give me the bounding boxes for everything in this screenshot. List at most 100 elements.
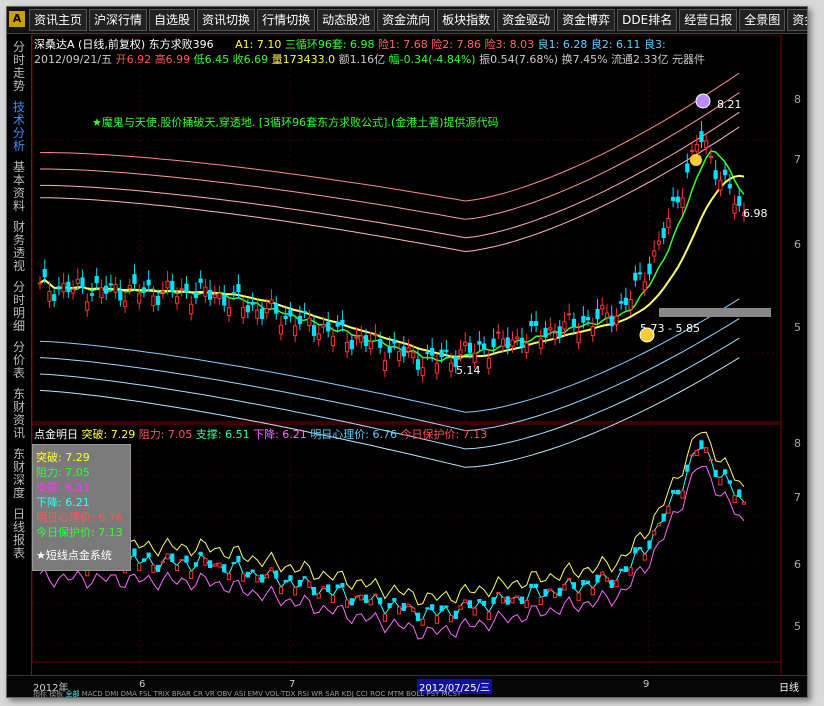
candle-body — [723, 169, 728, 176]
top-tab-9[interactable]: 资金博弈 — [557, 9, 616, 31]
candle-body — [255, 309, 260, 319]
indicator-tab-4[interactable]: DMI — [105, 690, 121, 697]
top-tab-13[interactable]: 资金博弈 — [787, 9, 807, 31]
candle-body — [226, 307, 232, 316]
sub-candle — [226, 573, 232, 581]
indicator-tab-10[interactable]: VR — [205, 690, 217, 697]
sub-candle — [198, 551, 203, 556]
support-zone-bar — [659, 308, 771, 317]
candle-body — [66, 281, 71, 293]
sub-header: 点金明日 突破: 7.29 阻力: 7.05 支撑: 6.51 下降: 6.21… — [34, 426, 487, 442]
indicator-tab-22[interactable]: BOLL — [406, 690, 426, 697]
candle-body — [146, 279, 151, 286]
indicator-tab-6[interactable]: FSL — [139, 690, 153, 697]
sub-resist: 阻力: 7.05 — [138, 428, 193, 441]
a1-value: A1: 7.10 — [235, 38, 282, 51]
sub-legend-box: 突破: 7.29 阻力: 7.05 支撑: 6.51 下降: 6.21 明日心理… — [32, 444, 131, 571]
side-tab-0[interactable]: 分时走势 — [9, 41, 29, 93]
candle-body — [411, 352, 416, 359]
top-tab-10[interactable]: DDE排名 — [617, 9, 678, 31]
indicator-tab-2[interactable]: 全部 — [65, 690, 81, 697]
candle-body — [647, 263, 652, 275]
indicator-tab-20[interactable]: ROC — [370, 690, 388, 697]
candle-body — [250, 302, 255, 305]
indicator-tab-5[interactable]: DMA — [121, 690, 139, 697]
sub-candle — [614, 579, 619, 588]
close-value: 收6.69 — [232, 53, 269, 66]
sub-candle — [236, 555, 241, 563]
sub-candle — [590, 587, 595, 596]
top-tab-6[interactable]: 资金流向 — [377, 9, 436, 31]
indicator-tab-15[interactable]: RSI — [298, 690, 312, 697]
sub-candle — [293, 587, 298, 596]
indicator-tab-9[interactable]: CR — [193, 690, 205, 697]
sub-protect: 今日保护价: 7.13 — [400, 428, 488, 441]
header-line-2: 2012/09/21/五 开6.92 高6.99 低6.45 收6.69 量17… — [34, 51, 705, 67]
side-tab-2[interactable]: 基本资料 — [9, 161, 29, 213]
indicator-tab-13[interactable]: EMV — [248, 690, 265, 697]
candle-body — [37, 282, 43, 285]
top-tab-2[interactable]: 自选股 — [149, 9, 196, 31]
top-tab-7[interactable]: 板块指数 — [437, 9, 496, 31]
indicator-tab-1[interactable]: 模板 — [49, 690, 65, 697]
candle-body — [652, 250, 657, 257]
side-tab-8[interactable]: 日线报表 — [9, 508, 29, 560]
candle-body — [170, 281, 175, 292]
side-tab-6[interactable]: 东财资讯 — [9, 388, 29, 440]
indicator-tab-14[interactable]: VOL-TDX — [265, 690, 298, 697]
candle-body — [70, 288, 76, 294]
indicator-tab-7[interactable]: TRIX — [154, 690, 172, 697]
top-tab-8[interactable]: 资金驱动 — [497, 9, 556, 31]
indicator-tab-12[interactable]: ASI — [234, 690, 248, 697]
top-tab-1[interactable]: 沪深行情 — [89, 9, 148, 31]
candle-body — [241, 307, 246, 318]
side-tab-1[interactable]: 技术分析 — [9, 101, 29, 153]
sub-candle — [741, 501, 747, 505]
side-tab-7[interactable]: 东财深度 — [9, 448, 29, 500]
candle-body — [477, 341, 482, 345]
top-tab-11[interactable]: 经营日报 — [679, 9, 738, 31]
indicator-tab-8[interactable]: BRAR — [172, 690, 193, 697]
cycle-value: 三循环96套: 6.98 — [284, 38, 375, 51]
period-label[interactable]: 日线 — [779, 679, 799, 694]
top-tab-12[interactable]: 全景图 — [739, 9, 786, 31]
side-tab-5[interactable]: 分价表 — [9, 341, 29, 380]
sub-tick: 5 — [794, 620, 801, 633]
indicator-tab-19[interactable]: CCI — [356, 690, 370, 697]
sub-candle — [415, 612, 421, 621]
candle-body — [137, 293, 142, 304]
candle-body — [80, 277, 85, 288]
top-tab-0[interactable]: 资讯主页 — [29, 9, 88, 31]
indicator-tab-18[interactable]: KDJ — [342, 690, 356, 697]
candle-body — [406, 347, 411, 352]
kline-chart-area[interactable]: 87658765 5.73 - 5.85 5.14 8.21 6.98 — [32, 35, 807, 675]
sub-candle — [146, 552, 151, 558]
side-tab-3[interactable]: 财务透视 — [9, 221, 29, 273]
indicator-tab-24[interactable]: MCST — [442, 690, 462, 697]
indicator-tab-23[interactable]: PSY — [426, 690, 441, 697]
top-tab-4[interactable]: 行情切换 — [257, 9, 316, 31]
candle-body — [600, 304, 605, 310]
sub-candle — [567, 577, 572, 580]
sub-candle — [685, 464, 690, 472]
top-tab-3[interactable]: 资讯切换 — [197, 9, 256, 31]
indicator-tab-17[interactable]: SAR — [325, 690, 341, 697]
indicator-tab-16[interactable]: WR — [311, 690, 325, 697]
left-vertical-tabs: 分时走势技术分析基本资料财务透视分时明细分价表东财资讯东财深度日线报表 — [7, 35, 32, 675]
indicator-tab-11[interactable]: OBV — [217, 690, 234, 697]
good2-value: 良2: 6.11 — [590, 38, 641, 51]
sub-candle — [245, 571, 250, 578]
sub-candle — [283, 579, 288, 583]
sub-candle — [713, 469, 718, 477]
side-tab-4[interactable]: 分时明细 — [9, 281, 29, 333]
sub-candle — [609, 579, 614, 588]
good3-value: 良3: — [644, 38, 666, 51]
indicator-tab-21[interactable]: MTM — [388, 690, 407, 697]
indicator-tab-3[interactable]: MACD — [82, 690, 105, 697]
indicator-tab-0[interactable]: 指标 — [33, 690, 49, 697]
sub-candle — [373, 593, 378, 596]
candle-body — [293, 325, 298, 337]
top-tab-5[interactable]: 动态股池 — [317, 9, 376, 31]
sub-candle — [595, 574, 600, 583]
candle-body — [595, 308, 600, 320]
